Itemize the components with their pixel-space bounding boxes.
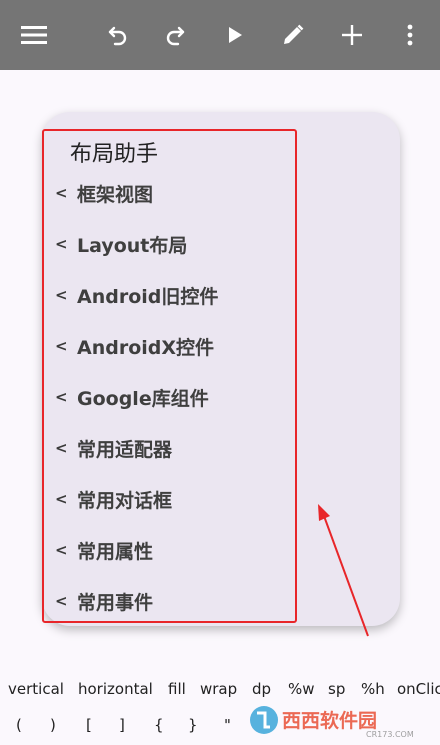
shortcut-key[interactable]: %w bbox=[288, 680, 315, 698]
shortcut-key[interactable]: horizontal bbox=[78, 680, 153, 698]
shortcut-key[interactable]: " bbox=[224, 716, 231, 734]
shortcut-key[interactable]: [ bbox=[86, 716, 92, 734]
shortcut-key[interactable]: fill bbox=[168, 680, 186, 698]
shortcut-words-row: vertical horizontal fill wrap dp %w sp %… bbox=[0, 680, 440, 706]
annotation-arrow bbox=[318, 504, 369, 637]
shortcut-symbols-row: ( ) [ ] { } " bbox=[0, 716, 440, 742]
shortcut-key[interactable]: vertical bbox=[8, 680, 64, 698]
shortcut-key[interactable]: ] bbox=[119, 716, 125, 734]
shortcut-key[interactable]: wrap bbox=[200, 680, 237, 698]
shortcut-key[interactable]: ( bbox=[16, 716, 22, 734]
shortcut-key[interactable]: dp bbox=[252, 680, 271, 698]
shortcut-key[interactable]: } bbox=[188, 716, 198, 734]
shortcut-key[interactable]: %h bbox=[361, 680, 385, 698]
shortcut-key[interactable]: { bbox=[154, 716, 164, 734]
shortcut-key[interactable]: onClic bbox=[397, 680, 440, 698]
shortcut-key[interactable]: sp bbox=[328, 680, 345, 698]
shortcut-key[interactable]: ) bbox=[50, 716, 56, 734]
